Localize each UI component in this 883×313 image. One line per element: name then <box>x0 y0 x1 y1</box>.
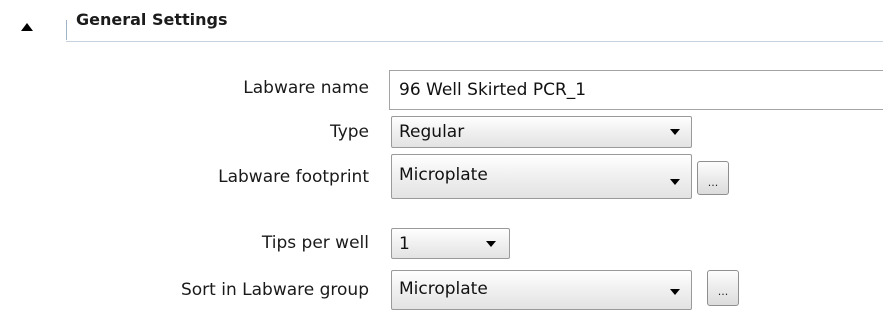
labware-name-label: Labware name <box>243 78 369 98</box>
section-title: General Settings <box>76 10 228 29</box>
sort-in-labware-group-dropdown[interactable]: Microplate <box>391 270 692 310</box>
type-dropdown-value: Regular <box>399 122 465 142</box>
chevron-down-icon <box>670 289 680 295</box>
labware-footprint-dropdown[interactable]: Microplate <box>391 154 692 199</box>
chevron-down-icon <box>486 240 496 247</box>
sort-in-labware-group-label: Sort in Labware group <box>180 280 369 300</box>
collapse-triangle-icon[interactable] <box>21 23 33 31</box>
labware-footprint-browse-button[interactable]: ... <box>697 161 729 195</box>
type-dropdown[interactable]: Regular <box>391 116 692 148</box>
header-underline <box>66 41 883 42</box>
tips-per-well-label: Tips per well <box>261 233 369 253</box>
tips-per-well-dropdown[interactable]: 1 <box>391 228 510 259</box>
tips-per-well-dropdown-value: 1 <box>399 234 410 254</box>
header-divider <box>66 20 67 40</box>
chevron-down-icon <box>670 178 680 185</box>
chevron-down-icon <box>670 129 680 135</box>
sort-in-labware-group-dropdown-value: Microplate <box>399 279 488 299</box>
section-header-general-settings[interactable]: General Settings <box>0 0 883 45</box>
labware-name-input[interactable]: 96 Well Skirted PCR_1 <box>389 70 883 110</box>
labware-footprint-dropdown-value: Microplate <box>399 165 488 185</box>
labware-footprint-label: Labware footprint <box>218 167 369 187</box>
type-label: Type <box>329 122 369 142</box>
sort-in-labware-group-browse-button[interactable]: ... <box>707 270 739 306</box>
